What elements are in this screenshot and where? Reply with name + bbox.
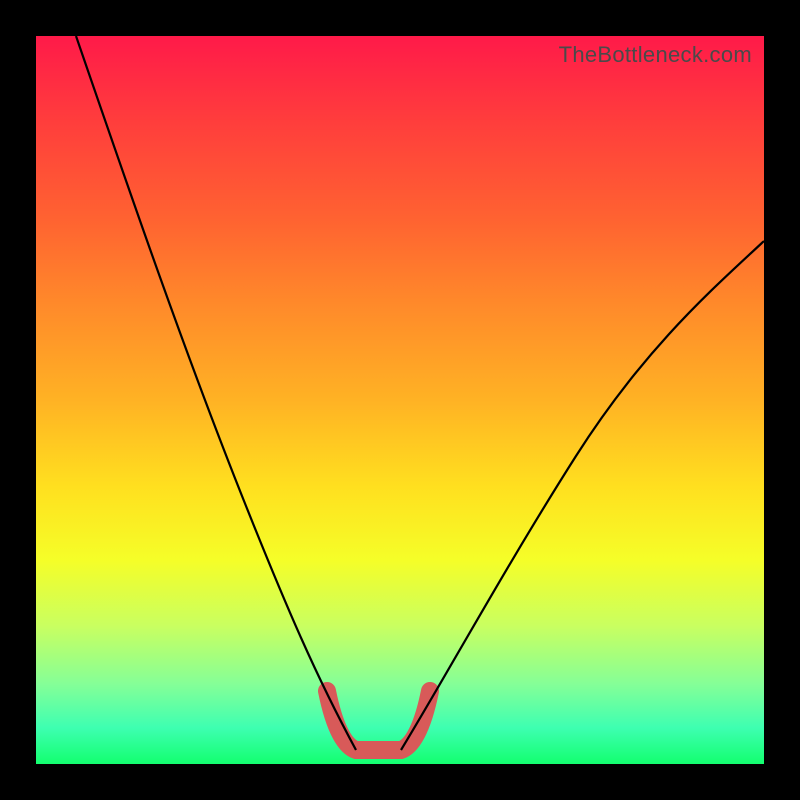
bottleneck-curve-left [76,36,356,750]
highlight-segment [327,691,430,750]
curve-svg [36,36,764,764]
chart-stage: TheBottleneck.com [0,0,800,800]
bottleneck-curve-right [401,241,764,750]
plot-area: TheBottleneck.com [36,36,764,764]
